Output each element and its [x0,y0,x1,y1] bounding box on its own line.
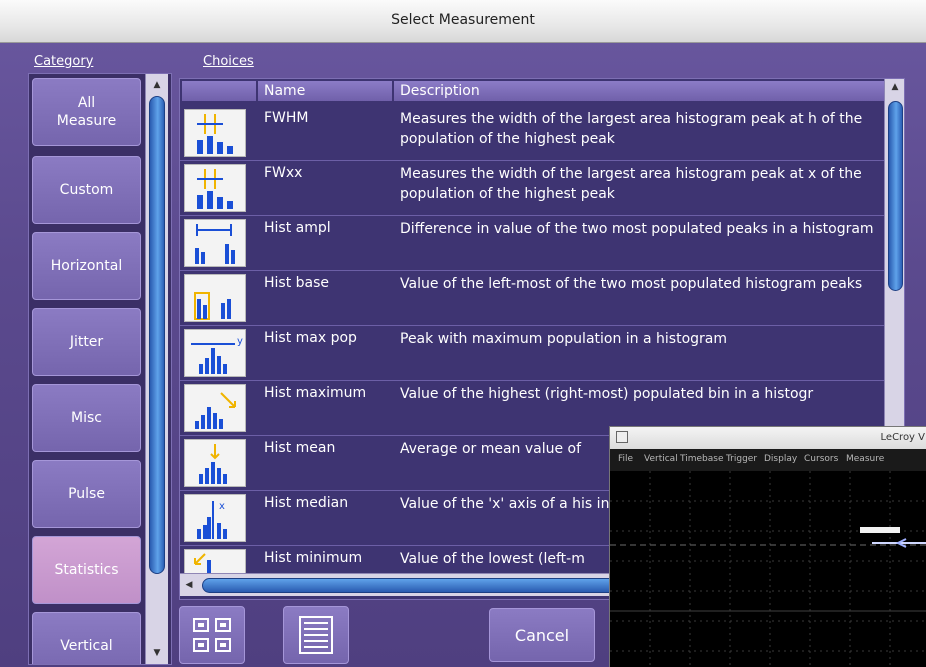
hist-median-icon: x [184,494,246,542]
menu-trigger[interactable]: Trigger [726,454,757,464]
category-custom[interactable]: Custom [32,156,141,224]
hist-base-icon [184,274,246,322]
category-misc[interactable]: Misc [32,384,141,452]
grid-view-icon [180,618,244,667]
svg-text:y: y [237,336,243,347]
column-header-description[interactable]: Description [394,81,884,101]
category-label-text: Horizontal [50,258,123,274]
category-label-text: Pulse [68,486,105,502]
choices-vertical-scroll-thumb[interactable] [888,101,903,291]
measurement-name: FWxx [264,165,303,181]
menu-vertical[interactable]: Vertical [644,454,678,464]
category-horizontal[interactable]: Horizontal [32,232,141,300]
measurement-name: Hist mean [264,440,336,456]
category-label: Category [34,54,94,69]
measurement-name: Hist minimum [264,550,363,566]
oscilloscope-window: LeCroy V File Vertical Timebase Trigger … [609,426,926,667]
measurement-description: Value of the highest (right-most) popula… [400,386,814,402]
menu-file[interactable]: File [618,454,633,464]
category-jitter[interactable]: Jitter [32,308,141,376]
measurement-description: Measures the width of the largest area h… [400,166,862,202]
select-measurement-dialog: Select Measurement Category Choices All … [0,0,926,667]
measurement-description: Value of the left-most of the two most p… [400,276,863,292]
menu-cursors[interactable]: Cursors [804,454,838,464]
table-header: Name Description [180,79,884,103]
title-bar: Select Measurement [0,0,926,43]
hist-mean-icon [184,439,246,487]
hist-maximum-icon [184,384,246,432]
table-row[interactable]: y Hist max pop Peak with maximum populat… [180,325,884,381]
scroll-down-arrow-icon[interactable]: ▼ [146,646,168,660]
column-header-icon [182,81,256,101]
measurement-description: Difference in value of the two most popu… [400,221,874,237]
list-view-icon [284,616,348,667]
measurement-description: Peak with maximum population in a histog… [400,331,727,347]
hist-ampl-icon [184,219,246,267]
menu-timebase[interactable]: Timebase [680,454,723,464]
measurement-name: Hist median [264,495,349,511]
category-vertical[interactable]: Vertical [32,612,141,664]
measurement-name: Hist maximum [264,385,367,401]
oscilloscope-app-title: LeCroy V [880,432,925,443]
category-scroll-thumb[interactable] [149,96,165,574]
category-label-text: Statistics [54,562,119,578]
category-label-text: Misc [71,410,102,426]
window-title: Select Measurement [391,12,535,28]
category-scrollbar[interactable]: ▲ ▼ [145,74,168,664]
category-label-text: Jitter [69,334,104,350]
table-row[interactable]: FWxx Measures the width of the largest a… [180,160,884,216]
choices-label: Choices [203,54,254,69]
hist-minimum-icon [184,549,246,575]
menu-measure[interactable]: Measure [846,454,884,464]
list-view-button[interactable] [283,606,349,664]
category-pulse[interactable]: Pulse [32,460,141,528]
table-row[interactable]: Hist ampl Difference in value of the two… [180,215,884,271]
cancel-button-label: Cancel [514,625,570,645]
scroll-up-arrow-icon[interactable]: ▲ [146,78,168,92]
fwxx-icon [184,164,246,212]
measurement-name: Hist base [264,275,330,291]
scroll-left-arrow-icon[interactable]: ◀ [182,578,196,592]
oscilloscope-title-bar: LeCroy V [610,427,926,450]
fwhm-icon [184,109,246,157]
measurement-name: Hist ampl [264,220,331,236]
measurement-name: FWHM [264,110,309,126]
table-row[interactable]: FWHM Measures the width of the largest a… [180,105,884,161]
measurement-name: Hist max pop [264,330,357,346]
hist-max-pop-icon: y [184,329,246,377]
category-all-measure[interactable]: All Measure [32,78,141,146]
oscilloscope-menu-bar: File Vertical Timebase Trigger Display C… [610,449,926,472]
category-label-text: Vertical [60,638,113,654]
measurement-description: Measures the width of the largest area h… [400,111,863,147]
category-label-text: Custom [59,182,114,198]
category-list: All Measure Custom Horizontal Jitter Mis… [28,73,172,665]
app-logo-icon [616,431,628,443]
column-header-name[interactable]: Name [258,81,392,101]
oscilloscope-display[interactable] [610,471,926,667]
menu-display[interactable]: Display [764,454,797,464]
grid-view-button[interactable] [179,606,245,664]
category-label-text: All Measure [56,95,117,129]
scroll-up-arrow-icon[interactable]: ▲ [885,81,904,93]
svg-text:x: x [219,501,225,512]
cancel-button[interactable]: Cancel [489,608,595,662]
category-statistics[interactable]: Statistics [32,536,141,604]
table-row[interactable]: Hist base Value of the left-most of the … [180,270,884,326]
